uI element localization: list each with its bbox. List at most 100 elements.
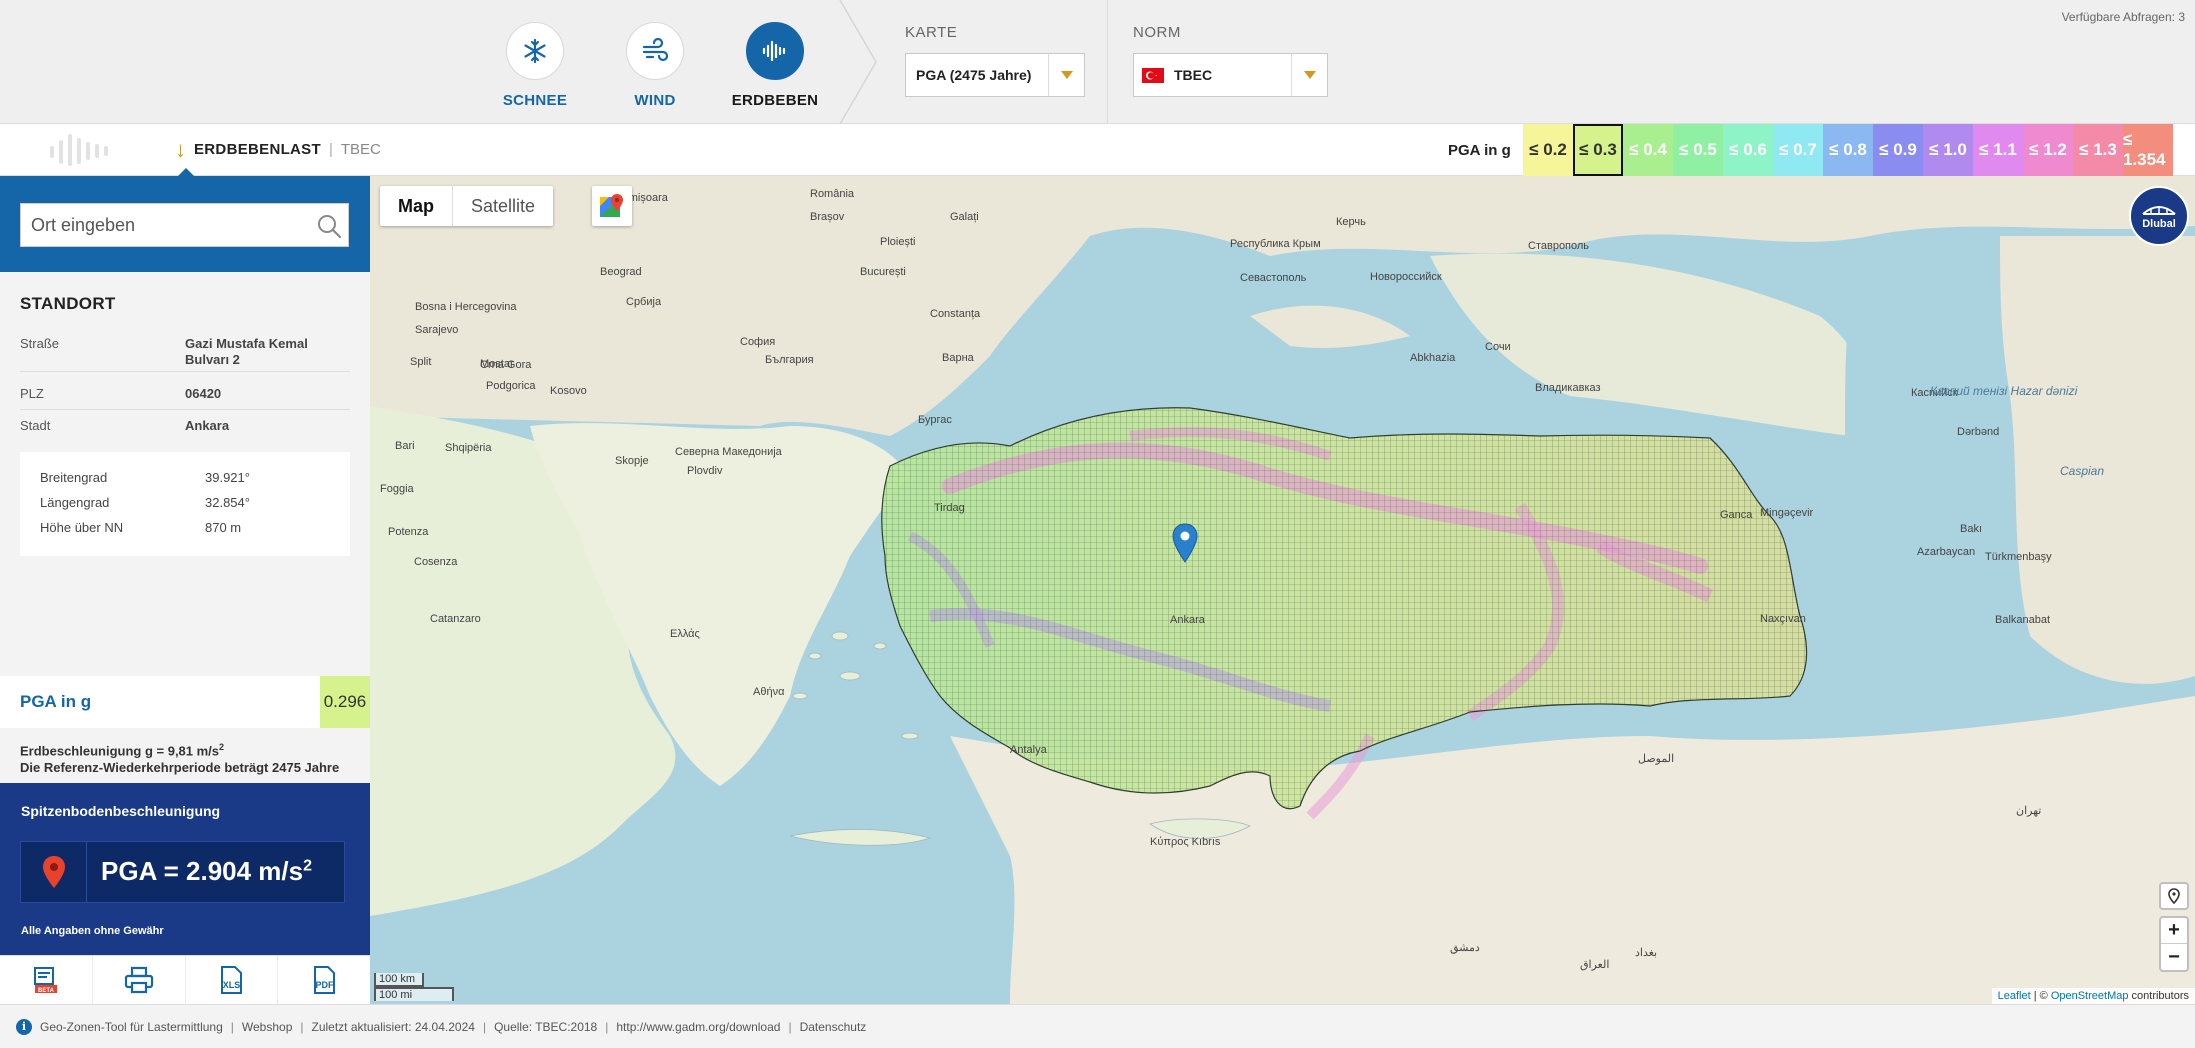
dlubal-logo[interactable]: Dlubal	[2129, 186, 2189, 246]
seismic-wave-icon	[746, 22, 804, 80]
map-label: Abkhazia	[1410, 352, 1456, 364]
map-label: Mostar	[480, 358, 514, 370]
pdf-file-icon: PDF	[314, 966, 336, 994]
footer-link-webshop[interactable]: Webshop	[242, 1020, 292, 1034]
map-label: București	[860, 266, 906, 278]
map-label: Potenza	[388, 526, 429, 538]
chevron-divider	[839, 0, 877, 124]
map-label: بغداد	[1635, 947, 1658, 959]
map-label: العراق	[1580, 959, 1610, 971]
legend-item-11[interactable]: ≤ 1.3	[2073, 124, 2123, 176]
bridge-icon	[2142, 206, 2176, 215]
pga-result-value: 0.296	[320, 676, 370, 728]
stadt-label: Stadt	[20, 418, 51, 433]
report-beta-icon: BETA	[33, 967, 57, 994]
stadt-value: Ankara	[185, 418, 230, 433]
map-label: Ελλάς	[670, 628, 700, 640]
chevron-down-icon[interactable]	[1048, 54, 1084, 96]
map-label: Варна	[942, 352, 974, 364]
map-label: Shqipëria	[445, 442, 492, 454]
map-label: България	[765, 354, 814, 366]
xls-label: XLS	[223, 980, 241, 990]
pga-legend: ≤ 0.2 ≤ 0.3 ≤ 0.4 ≤ 0.5 ≤ 0.6 ≤ 0.7 ≤ 0.8 ≤ 0.9…	[1523, 124, 2173, 176]
map-label: Catanzaro	[430, 613, 481, 625]
address-row-plz: PLZ 06420	[20, 386, 350, 410]
osm-link[interactable]: OpenStreetMap	[2051, 990, 2129, 1002]
map-label: Cosenza	[414, 556, 458, 568]
legend-item-2[interactable]: ≤ 0.4	[1623, 124, 1673, 176]
peak-acceleration-box: PGA = 2.904 m/s2	[20, 841, 345, 903]
norm-select[interactable]: TBEC	[1133, 53, 1328, 97]
karte-select-value: PGA (2475 Jahre)	[916, 67, 1032, 83]
map-view[interactable]: România Timișoara Brașov Galați Ploiești Bucu…	[370, 176, 2195, 1004]
pdf-export-button[interactable]: PDF	[278, 956, 370, 1004]
legend-item-12[interactable]: ≤ 1.354	[2123, 124, 2173, 176]
breadcrumb-sub: TBEC	[340, 141, 381, 158]
address-row-strasse: Straße Gazi Mustafa Kemal Bulvarı 2	[20, 336, 350, 372]
footer-link-gadm[interactable]: http://www.gadm.org/download	[616, 1020, 780, 1034]
legend-item-3[interactable]: ≤ 0.5	[1673, 124, 1723, 176]
map-label: Caspian	[2060, 464, 2105, 478]
map-label: Brașov	[810, 211, 845, 223]
map-label: Tirdag	[934, 502, 965, 514]
map-label: Azarbaycan	[1917, 546, 1976, 558]
printer-icon	[124, 966, 153, 994]
map-label: Antalya	[1010, 744, 1047, 756]
search-panel	[0, 176, 370, 272]
legend-item-4[interactable]: ≤ 0.6	[1723, 124, 1773, 176]
zoom-out-button[interactable]: −	[2161, 944, 2187, 970]
legend-item-0[interactable]: ≤ 0.2	[1523, 124, 1573, 176]
legend-item-9[interactable]: ≤ 1.1	[1973, 124, 2023, 176]
location-search-input[interactable]	[21, 214, 301, 236]
legend-item-8[interactable]: ≤ 1.0	[1923, 124, 1973, 176]
turkey-flag-icon	[1142, 67, 1164, 83]
legend-item-7[interactable]: ≤ 0.9	[1873, 124, 1923, 176]
standort-title: STANDORT	[20, 294, 116, 313]
map-attribution: Leaflet | © OpenStreetMap contributors	[1991, 988, 2195, 1004]
map-label: Бургас	[918, 414, 952, 426]
location-marker[interactable]	[1172, 523, 1198, 568]
zoom-in-button[interactable]: +	[2161, 918, 2187, 944]
longitude-label: Längengrad	[40, 495, 110, 510]
beta-report-button[interactable]: BETA	[0, 956, 93, 1004]
norm-select-value: TBEC	[1174, 67, 1213, 83]
seismic-logo-icon	[50, 134, 108, 166]
karte-select[interactable]: PGA (2475 Jahre)	[905, 53, 1085, 97]
map-label: Севастополь	[1240, 272, 1307, 284]
dlubal-logo-text: Dlubal	[2142, 218, 2176, 230]
sidebar: STANDORT Straße Gazi Mustafa KemalBulvar…	[0, 176, 370, 1004]
pga-result-row: PGA in g 0.296	[0, 676, 370, 728]
chevron-down-icon[interactable]	[1291, 54, 1327, 96]
map-label: Beograd	[600, 266, 642, 278]
mode-wind-button[interactable]: WIND	[610, 22, 700, 109]
mode-schnee-button[interactable]: SCHNEE	[490, 22, 580, 109]
scale-km: 100 km	[374, 973, 424, 987]
google-maps-button[interactable]	[592, 186, 632, 226]
map-label: تهران	[2016, 805, 2042, 817]
locate-button[interactable]	[2159, 882, 2189, 910]
tab-map[interactable]: Map	[380, 186, 453, 226]
tab-satellite[interactable]: Satellite	[453, 186, 553, 226]
mode-erdbeben-button[interactable]: ERDBEBEN	[730, 22, 820, 109]
footer-link-datenschutz[interactable]: Datenschutz	[800, 1020, 867, 1034]
mode-erdbeben-label: ERDBEBEN	[731, 92, 819, 109]
breadcrumb: ↓ ERDBEBENLAST | TBEC	[175, 138, 381, 160]
map-label: Северна Македонија	[675, 446, 782, 458]
xls-export-button[interactable]: XLS	[186, 956, 279, 1004]
map-label: Sarajevo	[415, 324, 459, 336]
map-label: الموصل	[1638, 753, 1675, 765]
scale-mi: 100 mi	[374, 987, 454, 1001]
search-icon[interactable]	[316, 213, 342, 244]
leaflet-link[interactable]: Leaflet	[1998, 990, 2031, 1002]
plz-label: PLZ	[20, 386, 44, 401]
info-icon[interactable]: i	[16, 1018, 32, 1035]
print-button[interactable]	[93, 956, 186, 1004]
legend-item-5[interactable]: ≤ 0.7	[1773, 124, 1823, 176]
legend-item-1[interactable]: ≤ 0.3	[1573, 124, 1623, 176]
legend-title: PGA in g	[1448, 142, 1511, 159]
map-label: Αθήνα	[753, 686, 785, 698]
footer-item-updated: Zuletzt aktualisiert: 24.04.2024	[311, 1019, 475, 1034]
legend-item-10[interactable]: ≤ 1.2	[2023, 124, 2073, 176]
map-label: Constanța	[930, 308, 981, 320]
legend-item-6[interactable]: ≤ 0.8	[1823, 124, 1873, 176]
